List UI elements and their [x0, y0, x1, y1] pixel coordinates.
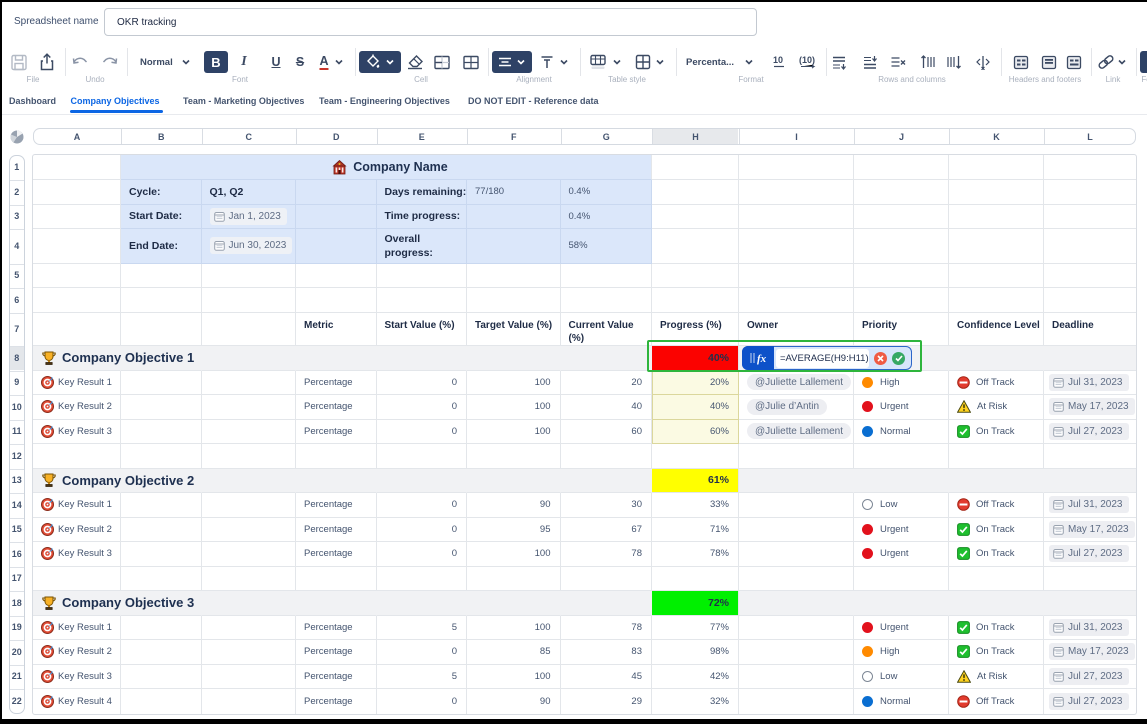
svg-text:(10): (10) — [799, 55, 815, 65]
svg-text:10: 10 — [773, 55, 783, 65]
svg-text:fx: fx — [757, 353, 767, 365]
